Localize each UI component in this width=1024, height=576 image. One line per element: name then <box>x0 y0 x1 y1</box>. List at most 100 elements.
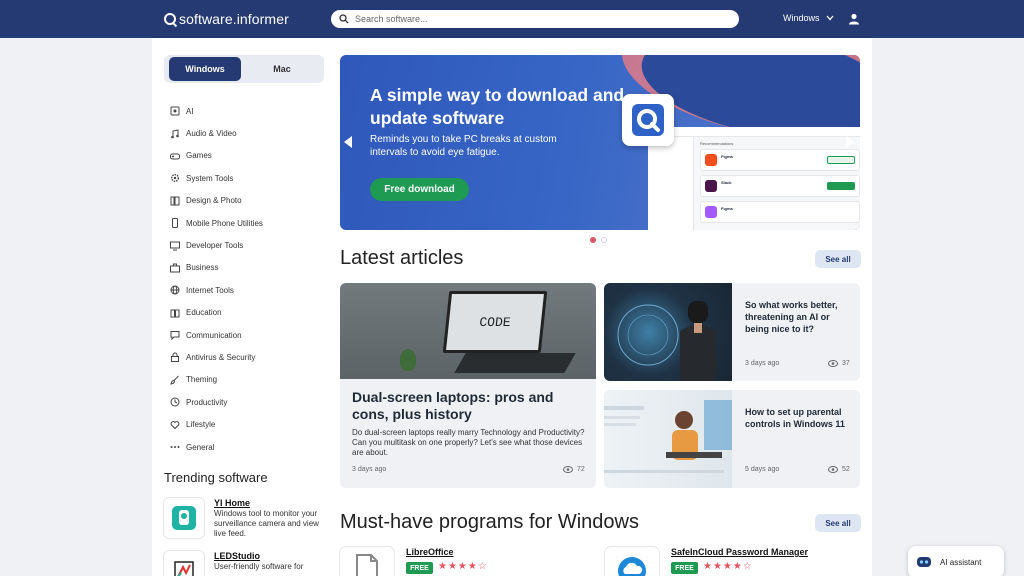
article-card[interactable]: So what works better, threatening an AI … <box>604 283 860 381</box>
trending-item[interactable]: LEDStudio User-friendly software for <box>164 551 329 576</box>
featured-article-card[interactable]: CODE Dual-screen laptops: pros and cons,… <box>340 283 596 488</box>
category-label: Education <box>186 308 222 318</box>
category-business[interactable]: Business <box>170 257 320 279</box>
ai-assistant-button[interactable]: AI assistant <box>908 546 1004 576</box>
trending-item[interactable]: YI Home Windows tool to monitor your sur… <box>164 498 329 542</box>
program-item[interactable]: SafeInCloud Password Manager FREE ★★★★☆ <box>605 547 835 576</box>
ai-icon <box>170 106 180 116</box>
clock-icon <box>170 397 180 407</box>
category-label: Design & Photo <box>186 196 242 206</box>
program-name[interactable]: LibreOffice <box>406 547 454 557</box>
palette-icon <box>170 196 180 206</box>
see-all-articles-button[interactable]: See all <box>815 250 861 268</box>
trending-name[interactable]: LEDStudio <box>214 551 260 561</box>
category-developer[interactable]: Developer Tools <box>170 234 320 256</box>
category-label: Developer Tools <box>186 241 244 251</box>
article-image: CODE <box>340 283 596 379</box>
category-list: AI Audio & Video Games System Tools Desi… <box>170 100 320 458</box>
category-internet[interactable]: Internet Tools <box>170 279 320 301</box>
platform-dropdown[interactable]: Windows <box>783 13 834 23</box>
phone-icon <box>170 218 180 229</box>
trending-desc: User-friendly software for <box>214 562 304 571</box>
top-navbar: software.informer Windows <box>0 0 1024 38</box>
category-lifestyle[interactable]: Lifestyle <box>170 413 320 435</box>
article-title[interactable]: Dual-screen laptops: pros and cons, plus… <box>352 389 588 423</box>
category-label: AI <box>186 106 194 116</box>
mock-app-row: Slack <box>700 175 860 197</box>
category-theming[interactable]: Theming <box>170 369 320 391</box>
category-label: Antivirus & Security <box>186 352 256 362</box>
eye-icon <box>828 466 838 473</box>
trending-name[interactable]: YI Home <box>214 498 250 508</box>
article-date: 3 days ago <box>745 360 780 367</box>
article-desc: Do dual-screen laptops really marry Tech… <box>352 428 585 457</box>
chevron-down-icon <box>826 15 834 21</box>
mock-app-row: Figma <box>700 149 860 171</box>
programs-title: Must-have programs for Windows <box>340 511 639 533</box>
trending-title: Trending software <box>164 470 268 485</box>
category-label: Mobile Phone Utilities <box>186 218 263 228</box>
chat-icon <box>170 330 180 341</box>
category-audio-video[interactable]: Audio & Video <box>170 122 320 144</box>
search-input[interactable] <box>355 14 715 24</box>
category-label: Audio & Video <box>186 129 237 139</box>
eye-icon <box>828 360 838 367</box>
ledstudio-logo <box>164 551 204 576</box>
category-communication[interactable]: Communication <box>170 324 320 346</box>
category-antivirus[interactable]: Antivirus & Security <box>170 346 320 368</box>
category-mobile[interactable]: Mobile Phone Utilities <box>170 212 320 234</box>
trending-desc: Windows tool to monitor your surveillanc… <box>214 509 319 538</box>
heart-icon <box>170 420 180 430</box>
see-all-programs-button[interactable]: See all <box>815 514 861 532</box>
carousel-dot[interactable] <box>590 237 596 243</box>
book-icon <box>170 308 180 318</box>
category-ai[interactable]: AI <box>170 100 320 122</box>
carousel-dot[interactable] <box>601 237 607 243</box>
category-system-tools[interactable]: System Tools <box>170 167 320 189</box>
site-logo[interactable]: software.informer <box>164 11 289 27</box>
safeincloud-logo <box>605 547 659 576</box>
category-games[interactable]: Games <box>170 145 320 167</box>
mock-heading: Recommendations <box>700 141 734 146</box>
logo-icon <box>164 13 176 25</box>
article-date: 5 days ago <box>745 466 780 473</box>
article-card[interactable]: How to set up parental controls in Windo… <box>604 390 860 488</box>
category-productivity[interactable]: Productivity <box>170 391 320 413</box>
search-bar[interactable] <box>331 10 739 28</box>
monitor-icon <box>170 241 180 251</box>
windows-tab[interactable]: Windows <box>169 57 241 81</box>
category-label: Theming <box>186 375 218 385</box>
program-item[interactable]: LibreOffice FREE ★★★★☆ <box>340 547 570 576</box>
banner-subtitle: Reminds you to take PC breaks at custom … <box>370 134 557 158</box>
free-download-button[interactable]: Free download <box>370 178 469 201</box>
promo-banner: Recommendations Figma Slack Figma A simp… <box>340 55 860 230</box>
music-icon <box>170 128 180 139</box>
category-design-photo[interactable]: Design & Photo <box>170 190 320 212</box>
article-title[interactable]: How to set up parental controls in Windo… <box>745 406 853 430</box>
briefcase-icon <box>170 263 180 273</box>
category-education[interactable]: Education <box>170 302 320 324</box>
rating-stars: ★★★★☆ <box>438 561 488 572</box>
brush-icon <box>170 375 180 385</box>
mac-tab[interactable]: Mac <box>246 57 318 81</box>
platform-label: Windows <box>783 13 820 23</box>
chevron-right-icon[interactable] <box>846 136 854 148</box>
chevron-left-icon[interactable] <box>344 136 352 148</box>
category-label: System Tools <box>186 173 234 183</box>
category-label: Games <box>186 151 212 161</box>
free-badge: FREE <box>406 562 433 574</box>
article-views: 52 <box>828 466 850 473</box>
latest-articles-title: Latest articles <box>340 247 464 269</box>
article-date: 3 days ago <box>352 466 387 473</box>
category-general[interactable]: General <box>170 436 320 458</box>
user-icon[interactable] <box>848 12 860 30</box>
os-toggle: Windows Mac <box>164 55 324 83</box>
category-label: Business <box>186 263 219 273</box>
category-label: Lifestyle <box>186 420 216 430</box>
ai-assistant-label: AI assistant <box>940 557 982 567</box>
program-name[interactable]: SafeInCloud Password Manager <box>671 547 808 557</box>
category-label: General <box>186 442 215 452</box>
category-label: Communication <box>186 330 242 340</box>
article-title[interactable]: So what works better, threatening an AI … <box>745 299 853 335</box>
banner-title: A simple way to download and update soft… <box>370 85 625 128</box>
